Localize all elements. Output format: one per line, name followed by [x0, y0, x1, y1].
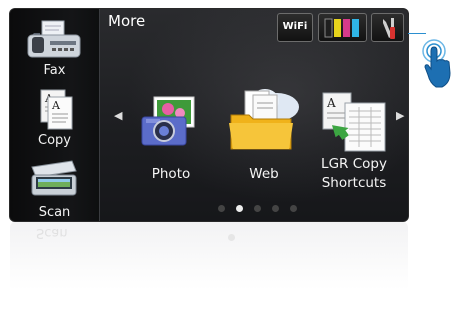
- sidebar-item-scan[interactable]: Scan: [10, 153, 99, 221]
- page-dot[interactable]: [254, 205, 261, 212]
- page-title: More: [108, 12, 146, 30]
- printer-touchscreen: Fax A A Copy Scan: [10, 9, 408, 221]
- page-dot-active[interactable]: [236, 205, 243, 212]
- connector-line: [408, 33, 426, 34]
- ink-levels-button[interactable]: [318, 13, 367, 42]
- app-lgr-copy-shortcuts[interactable]: A LGR Copy Shortcuts: [309, 67, 399, 191]
- ink-levels-icon: [324, 18, 359, 38]
- app-label: Web: [249, 166, 279, 182]
- reflection-label: Scan: [36, 225, 68, 240]
- app-label-line2: Shortcuts: [321, 175, 387, 191]
- svg-text:A: A: [326, 96, 336, 110]
- scan-icon: [31, 160, 77, 196]
- previous-page-arrow[interactable]: ◀: [114, 109, 122, 122]
- page-dot[interactable]: [290, 205, 297, 212]
- sidebar-item-label: Scan: [38, 205, 71, 220]
- screen-reflection: Scan: [10, 222, 408, 302]
- copy-icon: A A: [40, 89, 73, 130]
- sidebar: Fax A A Copy Scan: [10, 9, 100, 221]
- web-icon: [229, 89, 299, 150]
- wifi-button[interactable]: WiFi: [277, 13, 313, 42]
- touch-hand-icon: [422, 39, 451, 88]
- sidebar-item-label: Fax: [43, 63, 66, 78]
- sidebar-item-fax[interactable]: Fax: [10, 13, 99, 83]
- reflection-dot: [228, 234, 235, 241]
- lgr-copy-icon: A: [322, 92, 386, 152]
- app-photo[interactable]: Photo: [126, 67, 216, 187]
- photo-icon: [141, 96, 195, 146]
- svg-text:A: A: [51, 99, 61, 112]
- app-web[interactable]: Web: [219, 67, 309, 187]
- main-panel: More WiFi ◀ ▶ Photo Web A LGR Copy Short…: [100, 9, 408, 221]
- app-label-line1: LGR Copy: [321, 156, 387, 172]
- fax-icon: [27, 20, 81, 58]
- app-label: Photo: [151, 166, 191, 182]
- tools-icon: [383, 18, 395, 39]
- page-dot[interactable]: [272, 205, 279, 212]
- sidebar-item-copy[interactable]: A A Copy: [10, 83, 99, 153]
- sidebar-item-label: Copy: [38, 133, 71, 148]
- page-dot[interactable]: [218, 205, 225, 212]
- wifi-label: WiFi: [282, 21, 308, 32]
- settings-button[interactable]: [371, 13, 404, 42]
